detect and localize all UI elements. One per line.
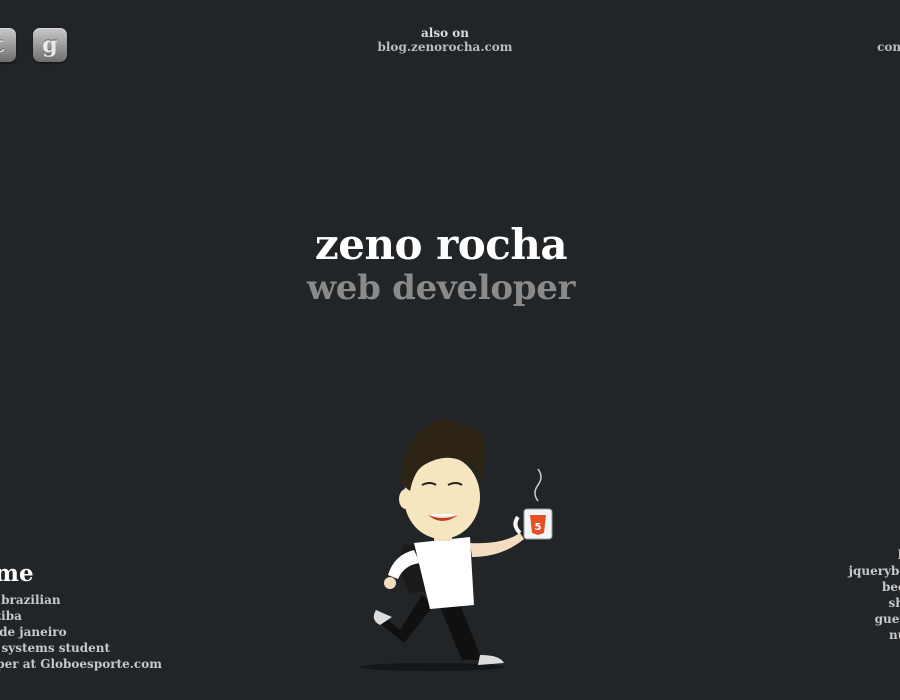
also-on-label: also on xyxy=(421,26,469,40)
project-link[interactable] xyxy=(849,643,900,659)
project-link[interactable]: ht xyxy=(849,547,900,563)
hero-name: zeno rocha xyxy=(314,220,568,269)
project-link[interactable]: beer xyxy=(849,579,900,595)
contact-block: + contato@ xyxy=(877,26,900,54)
project-link[interactable]: jquerybol xyxy=(849,563,900,579)
contact-email-link[interactable]: contato@ xyxy=(877,40,900,54)
page: t g also on blog.zenorocha.com + contato… xyxy=(0,0,900,700)
hero: zeno rocha web developer xyxy=(0,220,882,309)
project-link[interactable]: guerr xyxy=(849,611,900,627)
about-item: uritiba xyxy=(0,609,22,623)
also-on-block: also on blog.zenorocha.com xyxy=(0,26,890,54)
about-section: t me old brazilian uritiba rio de janeir… xyxy=(0,560,162,672)
about-title: t me xyxy=(0,560,34,587)
character-illustration: 5 xyxy=(360,419,553,671)
project-link[interactable]: sho xyxy=(849,595,900,611)
about-item: eloper at Globoesporte.com xyxy=(0,657,162,671)
project-link[interactable]: nut xyxy=(849,627,900,643)
blog-link[interactable]: blog.zenorocha.com xyxy=(0,40,890,54)
about-item: rio de janeiro xyxy=(0,625,67,639)
projects-list: ht jquerybol beer sho guerr nut t xyxy=(849,547,900,675)
about-item: ion systems student xyxy=(0,641,111,655)
project-link[interactable]: t xyxy=(849,659,900,675)
hero-role: web developer xyxy=(306,268,576,308)
svg-text:5: 5 xyxy=(535,522,542,533)
about-item: old brazilian xyxy=(0,593,61,607)
